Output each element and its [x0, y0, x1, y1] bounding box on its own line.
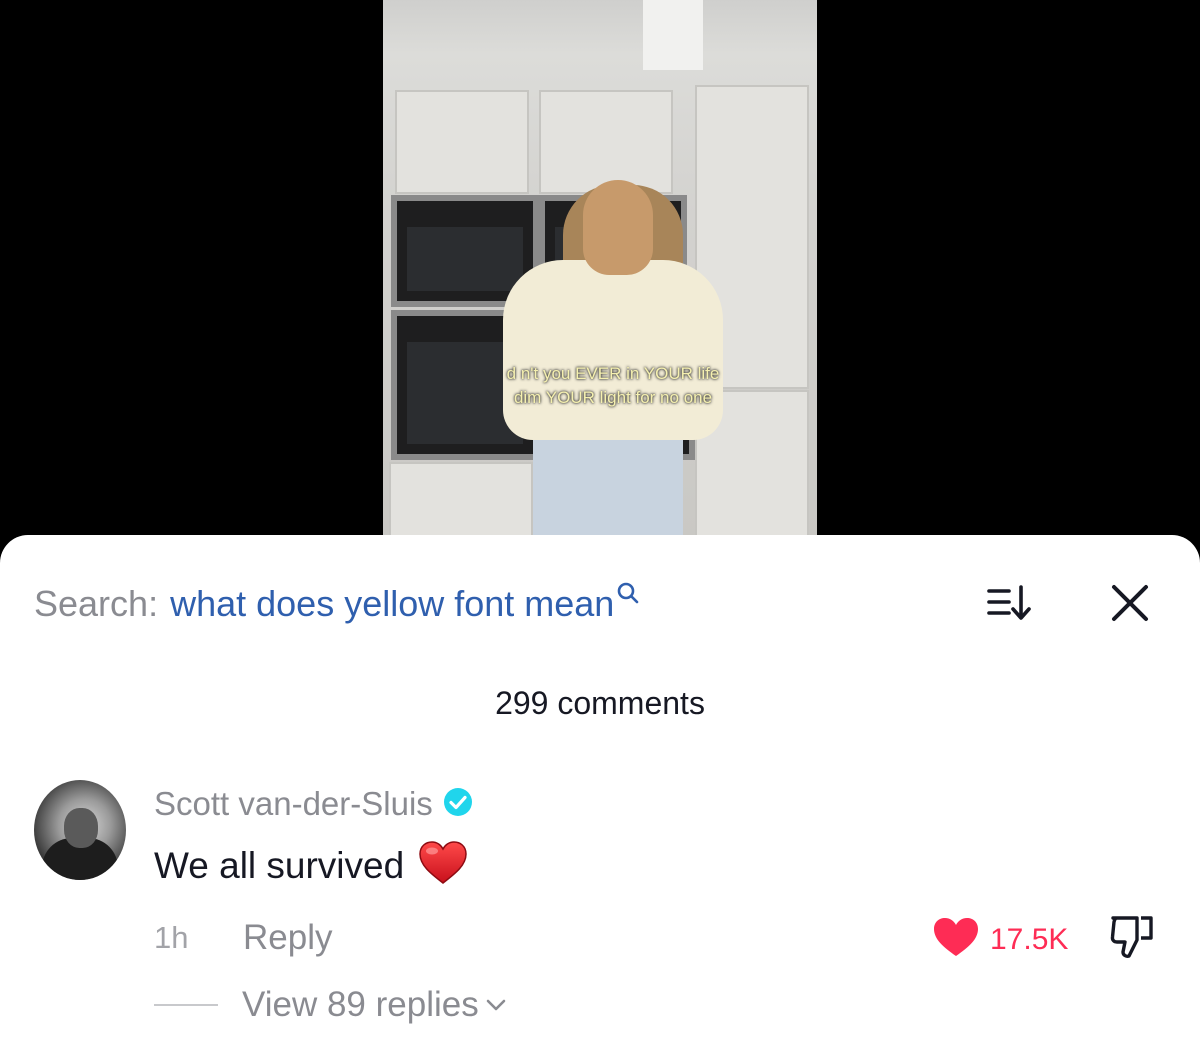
reply-button[interactable]: Reply — [243, 918, 332, 958]
like-count: 17.5K — [990, 922, 1069, 956]
person-sweater — [503, 260, 723, 440]
comment-search-suggestion[interactable]: Search: what does yellow font mean — [34, 579, 640, 629]
username[interactable]: Scott van-der-Sluis — [154, 785, 433, 823]
dislike-icon — [1110, 916, 1153, 958]
replies-divider — [154, 1004, 218, 1006]
verified-icon — [443, 787, 473, 822]
heart-emoji-icon — [418, 840, 468, 891]
close-icon[interactable] — [1108, 581, 1152, 630]
heart-icon[interactable] — [932, 916, 980, 963]
dislike-button[interactable] — [1109, 912, 1157, 967]
caption-line: dim YOUR light for no one — [513, 388, 713, 407]
avatar[interactable] — [34, 780, 126, 880]
video-caption: d n't you EVER in YOUR life dim YOUR lig… — [463, 362, 763, 410]
comment-text: We all survived — [154, 844, 405, 886]
view-replies-button[interactable]: View 89 replies — [154, 985, 507, 1025]
cabinet — [395, 90, 529, 194]
cabinet — [389, 462, 533, 540]
chevron-down-icon[interactable] — [485, 997, 507, 1018]
comments-sheet: Search: what does yellow font mean 299 c… — [0, 535, 1200, 1054]
cabinet — [539, 90, 673, 194]
comment-count: 299 comments — [495, 685, 705, 721]
comment-body: We all survived — [154, 840, 468, 891]
ceiling-beam — [643, 0, 703, 70]
search-query-link[interactable]: what does yellow font mean — [170, 583, 614, 625]
sort-icon[interactable] — [985, 581, 1035, 630]
like-button[interactable]: 17.5K — [932, 916, 1068, 963]
comment-meta: 1h Reply 17.5K — [154, 916, 1174, 958]
view-replies-label[interactable]: View 89 replies — [242, 985, 479, 1025]
comment-timestamp: 1h — [154, 920, 189, 955]
comment-author[interactable]: Scott van-der-Sluis — [154, 785, 473, 823]
search-icon[interactable] — [616, 581, 640, 610]
caption-line: d n't you EVER in YOUR life — [506, 364, 720, 383]
person-head — [583, 180, 653, 275]
search-prefix: Search: — [34, 583, 159, 624]
video-frame[interactable]: d n't you EVER in YOUR life dim YOUR lig… — [383, 0, 817, 540]
video-player[interactable]: d n't you EVER in YOUR life dim YOUR lig… — [0, 0, 1200, 560]
